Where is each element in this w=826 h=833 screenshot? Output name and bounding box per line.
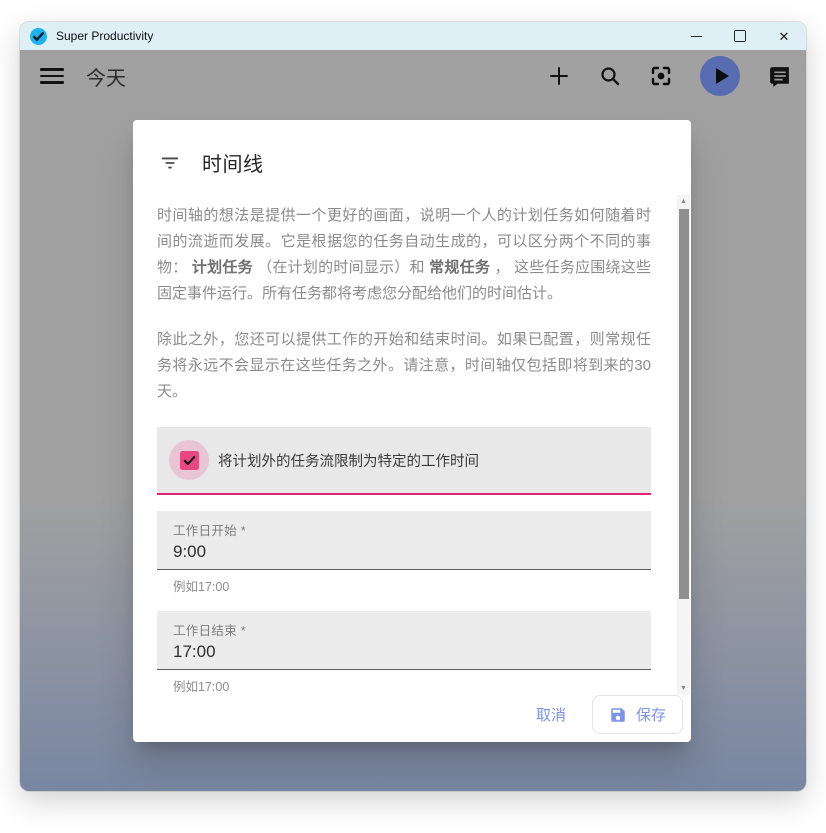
scrollbar-thumb[interactable] — [679, 209, 689, 599]
work-end-label: 工作日结束 * — [173, 620, 635, 639]
description-paragraph-1: 时间轴的想法是提供一个更好的画面，说明一个人的计划任务如何随着时间的流逝而发展。… — [157, 203, 651, 307]
window-title: Super Productivity — [56, 29, 153, 43]
work-end-field[interactable]: 工作日结束 * — [157, 611, 651, 670]
titlebar: Super Productivity ✕ — [20, 22, 806, 50]
checkmark-icon — [182, 453, 197, 468]
minimize-icon — [691, 36, 702, 37]
dialog-content: 时间轴的想法是提供一个更好的画面，说明一个人的计划任务如何随着时间的流逝而发展。… — [133, 187, 691, 695]
floppy-disk-icon — [609, 706, 627, 724]
work-start-field[interactable]: 工作日开始 * — [157, 511, 651, 570]
work-hours-toggle-row[interactable]: 将计划外的任务流限制为特定的工作时间 — [157, 427, 651, 495]
app-window: Super Productivity ✕ 今天 — [20, 22, 806, 791]
dialog-title: 时间线 — [202, 148, 264, 177]
save-button-label: 保存 — [636, 704, 666, 725]
timeline-settings-dialog: 时间线 时间轴的想法是提供一个更好的画面，说明一个人的计划任务如何随着时间的流逝… — [133, 120, 691, 742]
dialog-scrollbar[interactable]: ▲ ▼ — [677, 195, 690, 695]
work-start-label: 工作日开始 * — [173, 520, 635, 539]
minimize-button[interactable] — [674, 22, 718, 50]
app-content: 今天 — [20, 50, 806, 791]
work-end-input[interactable] — [173, 642, 635, 662]
close-icon: ✕ — [779, 30, 790, 43]
scroll-down-arrow[interactable]: ▼ — [677, 682, 690, 695]
filter-icon — [159, 152, 181, 174]
maximize-icon — [734, 30, 746, 42]
work-hours-checkbox[interactable] — [180, 451, 199, 470]
description-paragraph-2: 除此之外，您还可以提供工作的开始和结束时间。如果已配置，则常规任务将永远不会显示… — [157, 327, 651, 405]
checkbox-label: 将计划外的任务流限制为特定的工作时间 — [218, 450, 479, 471]
cancel-button[interactable]: 取消 — [518, 695, 584, 734]
close-button[interactable]: ✕ — [762, 22, 806, 50]
checkbox-ripple[interactable] — [169, 440, 209, 480]
scroll-up-arrow[interactable]: ▲ — [677, 195, 690, 208]
dialog-header: 时间线 — [133, 120, 691, 187]
work-start-hint: 例如17:00 — [157, 570, 651, 595]
maximize-button[interactable] — [718, 22, 762, 50]
window-controls: ✕ — [674, 22, 806, 50]
work-start-input[interactable] — [173, 542, 635, 562]
save-button[interactable]: 保存 — [592, 695, 683, 734]
work-end-hint: 例如17:00 — [157, 670, 651, 695]
dialog-actions: 取消 保存 — [518, 695, 683, 734]
app-logo-icon — [30, 28, 47, 45]
